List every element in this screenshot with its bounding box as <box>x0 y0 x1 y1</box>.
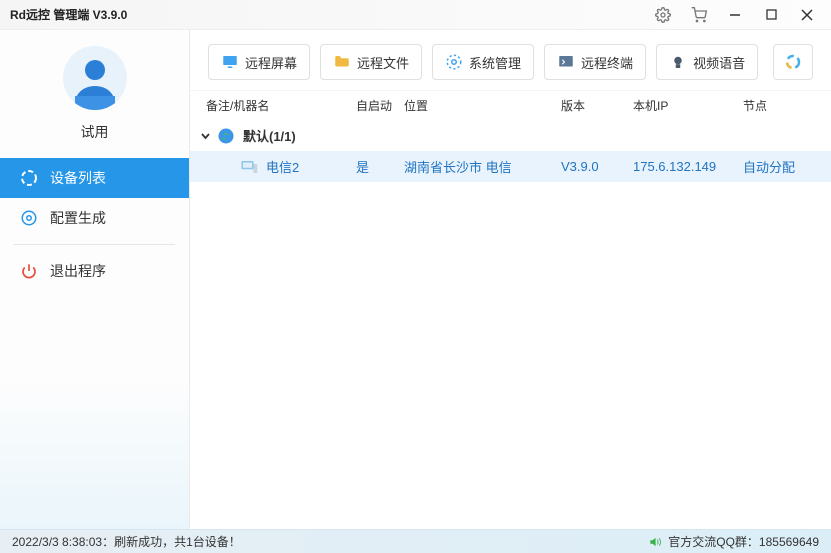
header-node: 节点 <box>743 97 815 114</box>
toolbar: 远程屏幕 远程文件 系统管理 远程终端 视频语音 <box>190 30 831 90</box>
statusbar: 2022/3/3 8:38:03：刷新成功，共1台设备！ 官方交流QQ群：185… <box>0 529 831 553</box>
sidebar-item-label: 设备列表 <box>50 168 106 188</box>
header-name: 备注/机器名 <box>206 97 356 114</box>
app-title: Rd远控 管理端 V3.9.0 <box>10 6 127 23</box>
power-icon <box>20 262 38 280</box>
cell-name: 电信2 <box>206 157 356 176</box>
terminal-icon <box>557 53 575 71</box>
remote-terminal-button[interactable]: 远程终端 <box>544 44 646 80</box>
sidebar-item-devices[interactable]: 设备列表 <box>0 158 189 198</box>
folder-icon <box>333 53 351 71</box>
speaker-icon <box>648 535 662 549</box>
refresh-icon <box>784 53 802 71</box>
group-label: 默认(1/1) <box>243 126 296 145</box>
avatar-section: 试用 <box>0 30 189 158</box>
chevron-down-icon <box>200 130 211 141</box>
main-panel: 远程屏幕 远程文件 系统管理 远程终端 视频语音 备注/机 <box>190 30 831 529</box>
sidebar-item-label: 退出程序 <box>50 261 106 281</box>
button-label: 远程终端 <box>581 53 633 72</box>
table-body: 默认(1/1) 电信2 是 湖南省长沙市 电信 V3.9.0 175.6.132… <box>190 120 831 529</box>
header-ip: 本机IP <box>633 97 743 114</box>
header-version: 版本 <box>561 97 633 114</box>
button-label: 视频语音 <box>693 53 745 72</box>
remote-screen-button[interactable]: 远程屏幕 <box>208 44 310 80</box>
gear-icon <box>445 53 463 71</box>
button-label: 系统管理 <box>469 53 521 72</box>
avatar[interactable] <box>63 46 127 110</box>
video-voice-button[interactable]: 视频语音 <box>656 44 758 80</box>
group-row[interactable]: 默认(1/1) <box>190 120 831 151</box>
cell-autostart: 是 <box>356 157 404 176</box>
trial-label: 试用 <box>81 122 109 142</box>
minimize-button[interactable] <box>717 0 753 30</box>
cell-ip: 175.6.132.149 <box>633 159 743 174</box>
status-text: 2022/3/3 8:38:03：刷新成功，共1台设备！ <box>12 533 241 550</box>
titlebar: Rd远控 管理端 V3.9.0 <box>0 0 831 30</box>
camera-icon <box>669 53 687 71</box>
sidebar: 试用 设备列表 配置生成 退出程序 <box>0 30 190 529</box>
settings-icon[interactable] <box>645 0 681 30</box>
devices-icon <box>20 169 38 187</box>
sidebar-item-exit[interactable]: 退出程序 <box>0 251 189 291</box>
cell-node: 自动分配 <box>743 157 815 176</box>
cell-version: V3.9.0 <box>561 159 633 174</box>
pc-icon <box>240 159 258 175</box>
config-icon <box>20 209 38 227</box>
close-button[interactable] <box>789 0 825 30</box>
cart-icon[interactable] <box>681 0 717 30</box>
header-location: 位置 <box>404 97 561 114</box>
refresh-button[interactable] <box>773 44 813 80</box>
cell-location: 湖南省长沙市 电信 <box>404 157 561 176</box>
divider <box>14 244 175 245</box>
sidebar-item-label: 配置生成 <box>50 208 106 228</box>
sidebar-item-config[interactable]: 配置生成 <box>0 198 189 238</box>
table-row[interactable]: 电信2 是 湖南省长沙市 电信 V3.9.0 175.6.132.149 自动分… <box>190 151 831 182</box>
earth-icon <box>217 127 235 145</box>
remote-file-button[interactable]: 远程文件 <box>320 44 422 80</box>
monitor-icon <box>221 53 239 71</box>
system-manage-button[interactable]: 系统管理 <box>432 44 534 80</box>
header-autostart: 自启动 <box>356 97 404 114</box>
button-label: 远程屏幕 <box>245 53 297 72</box>
status-qq: 官方交流QQ群：185569649 <box>668 533 819 550</box>
maximize-button[interactable] <box>753 0 789 30</box>
button-label: 远程文件 <box>357 53 409 72</box>
table-header: 备注/机器名 自启动 位置 版本 本机IP 节点 <box>190 90 831 120</box>
